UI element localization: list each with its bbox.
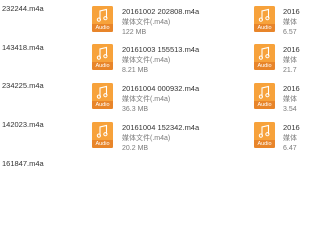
file-size: 6.47 xyxy=(283,145,297,152)
file-item[interactable]: Audio 2016 媒体 6.57 xyxy=(254,4,300,38)
file-name: 20161004 000932.m4a xyxy=(122,84,200,93)
file-name: 142023.m4a xyxy=(2,120,44,129)
file-item[interactable]: 143418.m4a xyxy=(0,41,60,53)
file-item[interactable]: Audio 2016 媒体 3.54 xyxy=(254,81,300,115)
audio-file-icon: Audio xyxy=(254,83,275,109)
file-size: 8.21 MB xyxy=(122,67,149,74)
file-name: 20161003 155513.m4a xyxy=(122,45,200,54)
audio-file-icon: Audio xyxy=(254,122,275,148)
file-item[interactable]: Audio 20161004 152342.m4a 媒体文件(.m4a) 20.… xyxy=(92,120,212,154)
file-name: 234225.m4a xyxy=(2,81,44,90)
file-size: 36.3 MB xyxy=(122,106,149,113)
audio-icon-label: Audio xyxy=(92,101,113,109)
file-name: 143418.m4a xyxy=(2,43,44,52)
file-type: 媒体文件(.m4a) xyxy=(122,57,171,64)
audio-icon-label: Audio xyxy=(92,62,113,70)
audio-file-icon: Audio xyxy=(92,122,113,148)
file-name: 2016 xyxy=(283,84,300,93)
file-size: 6.57 xyxy=(283,29,297,36)
file-type: 媒体 xyxy=(283,135,297,142)
file-name: 2016 xyxy=(283,7,300,16)
file-item[interactable]: 161847.m4a xyxy=(0,157,60,169)
audio-icon-label: Audio xyxy=(254,62,275,70)
file-type: 媒体 xyxy=(283,19,297,26)
file-item[interactable]: Audio 2016 媒体 6.47 xyxy=(254,120,300,154)
file-type: 媒体文件(.m4a) xyxy=(122,135,171,142)
file-name: 2016 xyxy=(283,123,300,132)
file-type: 媒体 xyxy=(283,96,297,103)
audio-icon-label: Audio xyxy=(254,101,275,109)
file-size: 21.7 xyxy=(283,67,297,74)
file-item[interactable]: 142023.m4a xyxy=(0,118,60,130)
file-item[interactable]: 234225.m4a xyxy=(0,79,60,91)
audio-file-icon: Audio xyxy=(92,44,113,70)
audio-icon-label: Audio xyxy=(254,140,275,148)
file-type: 媒体文件(.m4a) xyxy=(122,19,171,26)
file-type: 媒体 xyxy=(283,57,297,64)
audio-file-icon: Audio xyxy=(92,6,113,32)
file-name: 161847.m4a xyxy=(2,159,44,168)
audio-icon-label: Audio xyxy=(92,140,113,148)
audio-file-icon: Audio xyxy=(92,83,113,109)
file-type: 媒体文件(.m4a) xyxy=(122,96,171,103)
file-size: 122 MB xyxy=(122,29,147,36)
file-item[interactable]: Audio 20161004 000932.m4a 媒体文件(.m4a) 36.… xyxy=(92,81,212,115)
file-name: 20161004 152342.m4a xyxy=(122,123,200,132)
file-item[interactable]: Audio 20161003 155513.m4a 媒体文件(.m4a) 8.2… xyxy=(92,42,212,76)
file-size: 3.54 xyxy=(283,106,297,113)
file-name: 20161002 202808.m4a xyxy=(122,7,200,16)
file-name: 2016 xyxy=(283,45,300,54)
audio-icon-label: Audio xyxy=(92,24,113,32)
audio-file-icon: Audio xyxy=(254,6,275,32)
audio-icon-label: Audio xyxy=(254,24,275,32)
file-item[interactable]: 232244.m4a xyxy=(0,2,60,14)
file-name: 232244.m4a xyxy=(2,4,44,13)
file-item[interactable]: Audio 20161002 202808.m4a 媒体文件(.m4a) 122… xyxy=(92,4,212,38)
file-item[interactable]: Audio 2016 媒体 21.7 xyxy=(254,42,300,76)
file-size: 20.2 MB xyxy=(122,145,149,152)
audio-file-icon: Audio xyxy=(254,44,275,70)
